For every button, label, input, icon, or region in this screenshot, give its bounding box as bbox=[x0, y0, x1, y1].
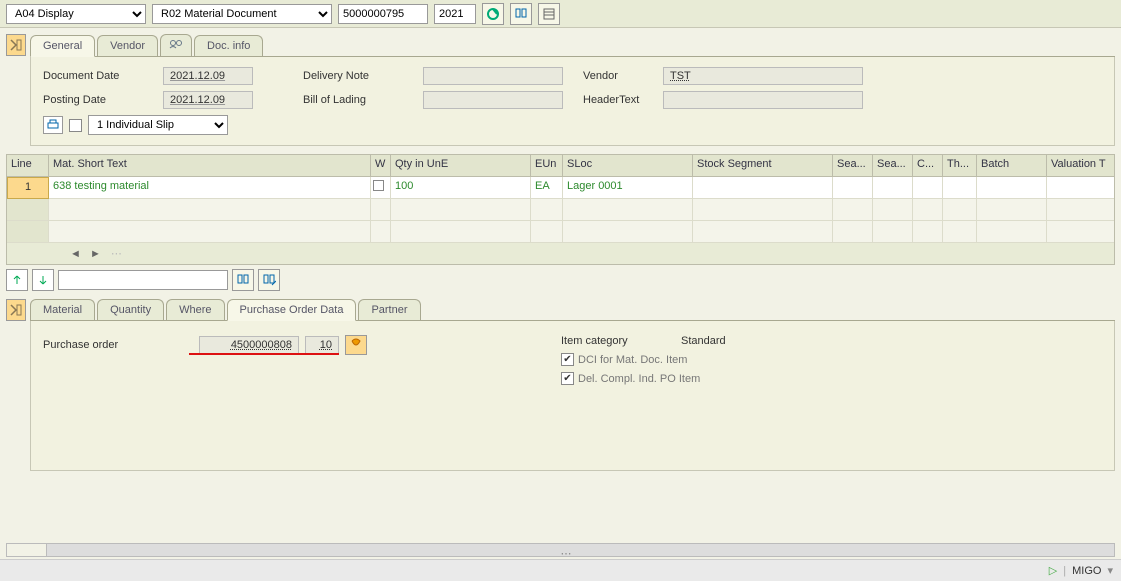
printer-icon[interactable] bbox=[43, 116, 63, 134]
grid-scroll: ◄ ► ⋯ bbox=[7, 243, 1114, 264]
header-tab-row: General Vendor Doc. info bbox=[30, 34, 1115, 57]
cell-sloc[interactable]: Lager 0001 bbox=[563, 177, 693, 199]
bill-of-lading-label: Bill of Lading bbox=[303, 94, 423, 106]
cell-w[interactable] bbox=[371, 177, 391, 199]
table-row-empty bbox=[7, 221, 1114, 243]
find-in-grid-icon[interactable] bbox=[232, 269, 254, 291]
doc-date-value[interactable]: 2021.12.09 bbox=[163, 67, 253, 85]
bill-of-lading-value[interactable] bbox=[423, 91, 563, 109]
cell-mat[interactable]: 638 testing material bbox=[49, 177, 371, 199]
posting-date-value[interactable]: 2021.12.09 bbox=[163, 91, 253, 109]
menu-indicator-icon[interactable]: ▾ bbox=[1107, 564, 1113, 577]
tab-po-data[interactable]: Purchase Order Data bbox=[227, 299, 357, 321]
vendor-value[interactable]: TST bbox=[663, 67, 863, 85]
dci-checkbox[interactable] bbox=[561, 353, 574, 366]
po-item-value[interactable]: 10 bbox=[305, 336, 339, 354]
grid-header-row: Line Mat. Short Text W Qty in UnE EUn SL… bbox=[7, 155, 1114, 177]
headertext-label: HeaderText bbox=[583, 94, 663, 106]
col-w[interactable]: W bbox=[371, 155, 391, 177]
cell-sea2[interactable] bbox=[873, 177, 913, 199]
cell-c[interactable] bbox=[913, 177, 943, 199]
print-checkbox[interactable] bbox=[69, 119, 82, 132]
tab-quantity[interactable]: Quantity bbox=[97, 299, 164, 320]
horizontal-scrollbar[interactable]: ⋯ bbox=[6, 543, 1115, 557]
vendor-label: Vendor bbox=[583, 70, 663, 82]
top-toolbar: A04 Display R02 Material Document bbox=[0, 0, 1121, 28]
filter-input[interactable] bbox=[58, 270, 228, 290]
col-batch[interactable]: Batch bbox=[977, 155, 1047, 177]
cell-eun[interactable]: EA bbox=[531, 177, 563, 199]
delivery-note-label: Delivery Note bbox=[303, 70, 423, 82]
tab-partner[interactable]: Partner bbox=[358, 299, 420, 320]
col-val[interactable]: Valuation T bbox=[1047, 155, 1114, 177]
col-qty[interactable]: Qty in UnE bbox=[391, 155, 531, 177]
cell-th[interactable] bbox=[943, 177, 977, 199]
find-next-icon[interactable] bbox=[258, 269, 280, 291]
transaction-code: MIGO bbox=[1072, 565, 1101, 577]
tab-material[interactable]: Material bbox=[30, 299, 95, 320]
col-c[interactable]: C... bbox=[913, 155, 943, 177]
cell-val[interactable] bbox=[1047, 177, 1114, 199]
doc-number-input[interactable] bbox=[338, 4, 428, 24]
slip-dropdown[interactable]: 1 Individual Slip bbox=[88, 115, 228, 135]
posting-date-label: Posting Date bbox=[43, 94, 163, 106]
action-dropdown[interactable]: A04 Display bbox=[6, 4, 146, 24]
sort-desc-icon[interactable] bbox=[32, 269, 54, 291]
item-category-label: Item category bbox=[561, 335, 681, 347]
doc-date-label: Document Date bbox=[43, 70, 163, 82]
delivery-note-value[interactable] bbox=[423, 67, 563, 85]
row-number[interactable]: 1 bbox=[7, 177, 49, 199]
dci-label: DCI for Mat. Doc. Item bbox=[578, 354, 687, 366]
col-sea1[interactable]: Sea... bbox=[833, 155, 873, 177]
del-compl-label: Del. Compl. Ind. PO Item bbox=[578, 373, 700, 385]
item-grid: Line Mat. Short Text W Qty in UnE EUn SL… bbox=[6, 154, 1115, 265]
mid-toolbar bbox=[6, 265, 1115, 295]
header-panel: Document Date 2021.12.09 Delivery Note V… bbox=[30, 57, 1115, 146]
detail-panel: Purchase order 4500000808 10 bbox=[30, 321, 1115, 471]
col-stock[interactable]: Stock Segment bbox=[693, 155, 833, 177]
reference-dropdown[interactable]: R02 Material Document bbox=[152, 4, 332, 24]
col-sloc[interactable]: SLoc bbox=[563, 155, 693, 177]
collapse-detail-icon[interactable] bbox=[6, 299, 26, 321]
tab-vendor[interactable]: Vendor bbox=[97, 35, 158, 56]
item-category-value: Standard bbox=[681, 335, 726, 347]
po-number-value[interactable]: 4500000808 bbox=[199, 336, 299, 354]
tab-general[interactable]: General bbox=[30, 35, 95, 57]
execute-icon[interactable] bbox=[482, 3, 504, 25]
cell-batch[interactable] bbox=[977, 177, 1047, 199]
cell-stock[interactable] bbox=[693, 177, 833, 199]
status-bar: ▷ | MIGO ▾ bbox=[0, 559, 1121, 581]
overview-icon[interactable] bbox=[538, 3, 560, 25]
scroll-left-icon[interactable]: ◄ bbox=[70, 248, 81, 260]
cell-qty[interactable]: 100 bbox=[391, 177, 531, 199]
del-compl-checkbox[interactable] bbox=[561, 372, 574, 385]
sort-asc-icon[interactable] bbox=[6, 269, 28, 291]
headertext-value[interactable] bbox=[663, 91, 863, 109]
col-line[interactable]: Line bbox=[7, 155, 49, 177]
scroll-right-icon[interactable]: ► bbox=[90, 248, 101, 260]
col-sea2[interactable]: Sea... bbox=[873, 155, 913, 177]
po-detail-icon[interactable] bbox=[345, 335, 367, 355]
collapse-header-icon[interactable] bbox=[6, 34, 26, 56]
table-row[interactable]: 1 638 testing material 100 EA Lager 0001 bbox=[7, 177, 1114, 199]
detail-tab-row: Material Quantity Where Purchase Order D… bbox=[30, 299, 1115, 321]
tab-doc-info[interactable]: Doc. info bbox=[194, 35, 263, 56]
cell-sea1[interactable] bbox=[833, 177, 873, 199]
year-input[interactable] bbox=[434, 4, 476, 24]
col-eun[interactable]: EUn bbox=[531, 155, 563, 177]
table-row-empty bbox=[7, 199, 1114, 221]
find-icon[interactable] bbox=[510, 3, 532, 25]
tab-where[interactable]: Where bbox=[166, 299, 224, 320]
tab-address-icon[interactable] bbox=[160, 34, 192, 56]
col-mat[interactable]: Mat. Short Text bbox=[49, 155, 371, 177]
col-th[interactable]: Th... bbox=[943, 155, 977, 177]
run-indicator-icon: ▷ bbox=[1049, 564, 1057, 577]
po-label: Purchase order bbox=[43, 339, 193, 351]
